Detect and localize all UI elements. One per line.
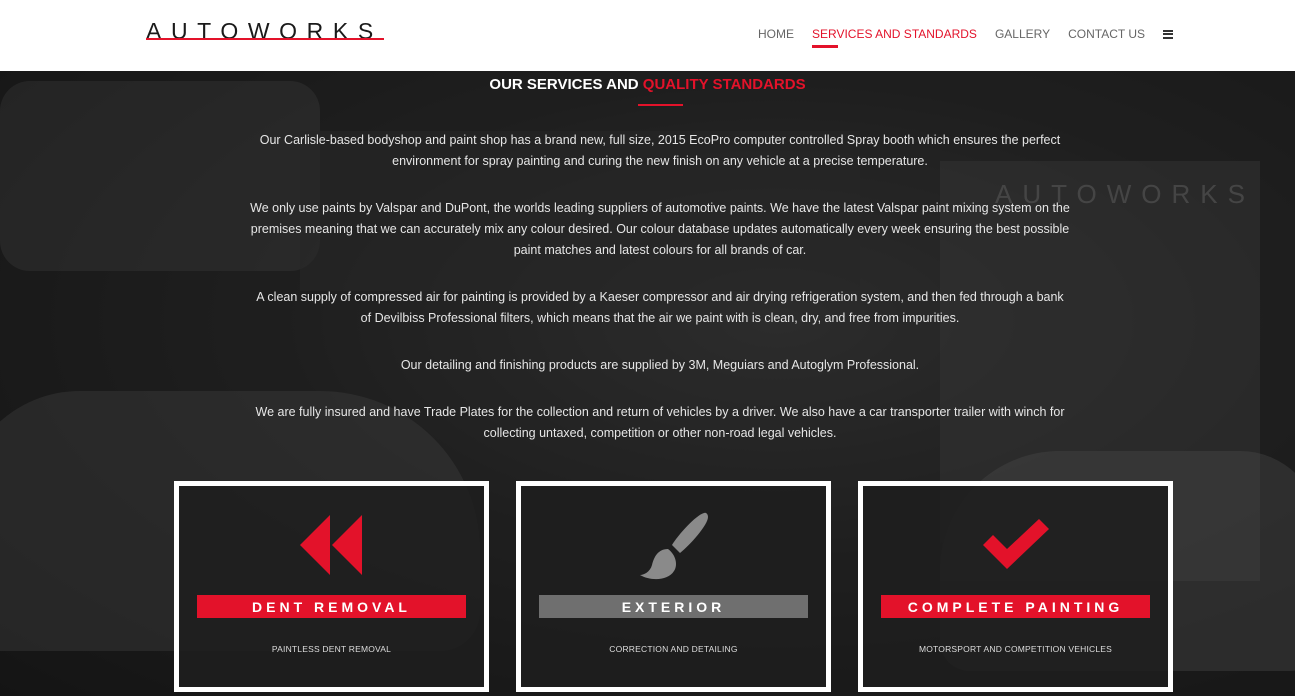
service-card-complete-painting[interactable]: COMPLETE PAINTING MOTORSPORT AND COMPETI… [858,481,1173,692]
card-subtitle: PAINTLESS DENT REMOVAL [271,644,392,654]
card-title: DENT REMOVAL [197,595,466,618]
main-nav: HOME SERVICES AND STANDARDS GALLERY CONT… [740,27,1173,48]
card-title: EXTERIOR [539,595,808,618]
service-card-dent-removal[interactable]: DENT REMOVAL PAINTLESS DENT REMOVAL [174,481,489,692]
services-section: OUR SERVICES AND QUALITY STANDARDS Our C… [0,71,1295,696]
site-header: AUTOWORKS HOME SERVICES AND STANDARDS GA… [0,0,1295,71]
paragraph: Our Carlisle-based bodyshop and paint sh… [259,133,1061,168]
services-description: Our Carlisle-based bodyshop and paint sh… [250,130,1070,470]
heading-text: OUR SERVICES AND [489,76,643,93]
card-subtitle: MOTORSPORT AND COMPETITION VEHICLES [918,644,1113,654]
paintbrush-icon [521,511,826,580]
logo-underline [146,38,384,40]
card-subtitle: CORRECTION AND DETAILING [609,644,738,654]
fast-backward-icon [179,511,484,579]
hamburger-icon[interactable] [1163,29,1173,39]
paragraph: A clean supply of compressed air for pai… [256,290,1064,325]
card-title: COMPLETE PAINTING [881,595,1150,618]
section-heading: OUR SERVICES AND QUALITY STANDARDS [0,76,1295,93]
nav-home[interactable]: HOME [758,27,794,41]
paragraph: We only use paints by Valspar and DuPont… [250,201,1070,257]
nav-gallery[interactable]: GALLERY [995,27,1050,41]
nav-contact-us[interactable]: CONTACT US [1068,27,1145,41]
checkmark-icon [863,511,1168,579]
nav-services-and-standards[interactable]: SERVICES AND STANDARDS [812,27,977,48]
heading-accent-text: QUALITY STANDARDS [642,76,806,93]
logo[interactable]: AUTOWORKS [146,20,384,46]
paragraph: Our detailing and finishing products are… [400,358,920,372]
paragraph: We are fully insured and have Trade Plat… [255,405,1065,440]
heading-underline [638,104,683,106]
service-card-exterior[interactable]: EXTERIOR CORRECTION AND DETAILING [516,481,831,692]
